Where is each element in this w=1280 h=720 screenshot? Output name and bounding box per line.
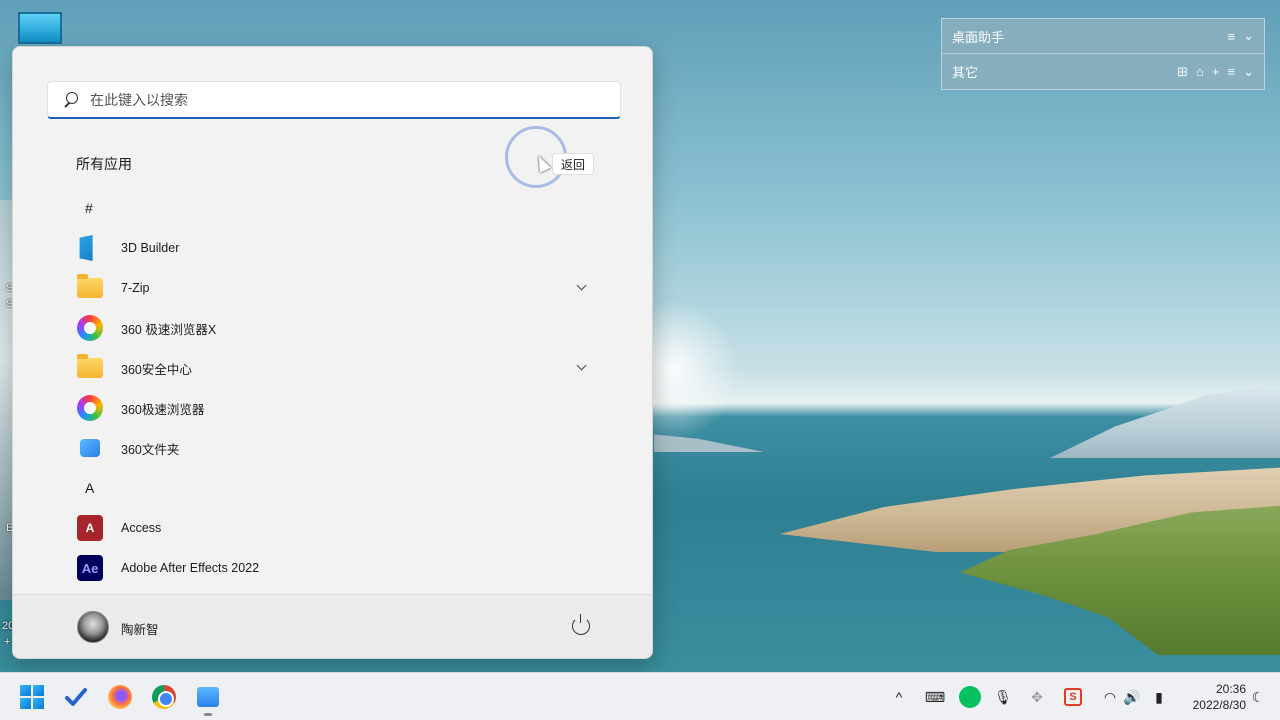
user-name[interactable]: 陶新智 [121,619,159,638]
plus-icon[interactable]: + [1212,64,1220,79]
clock-date: 2022/8/30 [1192,698,1246,712]
chevron-down-icon[interactable] [576,280,587,291]
start-menu: 所有应用 返回 # 3D Builder 7-Zip 360 极速浏览器X 36… [12,46,653,659]
folder-icon [77,274,103,298]
start-icon[interactable] [20,685,44,709]
back-button[interactable]: 返回 [552,153,595,175]
widget-row-other[interactable]: 其它 ⊞ ⌂ + ≡ ⌄ [942,54,1264,89]
keyboard-icon[interactable]: ⌨ [924,673,946,720]
menu-icon[interactable]: ≡ [1228,29,1236,44]
list-item[interactable]: 360安全中心 [65,348,605,388]
app-label: Adobe After Effects 2022 [121,561,260,575]
tray-chevron-up-icon[interactable]: ^ [888,673,910,720]
desktop-assistant-widget: 桌面助手 ≡ ⌄ 其它 ⊞ ⌂ + ≡ ⌄ [941,18,1265,90]
firefox-icon[interactable] [108,685,132,709]
app-label: 360 极速浏览器X [121,322,217,337]
widget-title: 桌面助手 [952,29,1005,45]
todo-icon[interactable] [64,685,88,709]
active-app-indicator [204,713,212,716]
mountain-right [1050,388,1280,458]
list-item[interactable]: 360极速浏览器 [65,388,605,428]
app-label: 360安全中心 [121,362,192,377]
search-input[interactable] [90,91,620,108]
list-item[interactable]: Ae Adobe After Effects 2022 [65,548,605,588]
app-label: 360文件夹 [121,442,180,457]
taskbar: ^ ⌨ 🎙 ✥ S ◠ 🔊 ▮ 20:36 2022/8/30 ☾ [0,672,1280,720]
list-item[interactable]: 7-Zip [65,268,605,308]
chrome-icon[interactable] [152,685,176,709]
letter-header[interactable]: # [65,188,605,228]
app-label: 7-Zip [121,281,150,295]
list-item[interactable]: 360文件夹 [65,428,605,468]
clock-time: 20:36 [1215,682,1246,696]
app-label: 3D Builder [121,241,180,255]
chevron-down-icon[interactable]: ⌄ [1243,28,1254,44]
app-label: 360极速浏览器 [121,402,205,417]
list-item[interactable]: 360 极速浏览器X [65,308,605,348]
menu-icon[interactable]: ≡ [1228,64,1236,79]
widget-row-desktop-helper[interactable]: 桌面助手 ≡ ⌄ [942,19,1264,54]
chevron-down-icon[interactable]: ⌄ [1243,64,1254,80]
lock-icon[interactable]: ⌂ [1196,64,1204,79]
sogou-icon[interactable]: S [1062,673,1084,720]
grid-icon[interactable]: ⊞ [1177,64,1188,80]
chevron-down-icon[interactable] [576,360,587,371]
app-label: Access [121,521,162,535]
widget-title: 其它 [952,65,979,80]
volume-icon[interactable]: 🔊 [1122,673,1142,720]
folder-icon [77,354,103,378]
microphone-icon[interactable]: 🎙 [992,673,1014,720]
ime-icon[interactable]: ✥ [1026,673,1048,720]
search-box[interactable] [47,81,621,119]
avatar[interactable] [77,611,109,643]
access-icon: A [77,515,103,541]
this-pc-icon[interactable] [18,12,62,44]
360-browser-icon [77,315,103,341]
power-icon[interactable] [572,614,590,635]
list-item[interactable]: A Access [65,508,605,548]
start-menu-footer: 陶新智 [13,594,652,658]
clock[interactable]: 20:36 2022/8/30 [1176,681,1246,713]
3d-builder-icon [79,235,93,261]
list-item[interactable]: 3D Builder [65,228,605,268]
app-list: # 3D Builder 7-Zip 360 极速浏览器X 360安全中心 36… [65,188,605,588]
file-explorer-icon[interactable] [197,687,219,707]
after-effects-icon: Ae [77,555,103,581]
search-icon [62,91,78,108]
wifi-icon[interactable]: ◠ [1100,673,1120,720]
wechat-icon[interactable] [958,673,982,720]
letter-header[interactable]: A [65,468,605,508]
focus-moon-icon[interactable]: ☾ [1248,673,1268,720]
all-apps-title: 所有应用 [76,156,132,172]
360-folder-icon [77,435,103,461]
360-browser-icon [77,395,103,421]
desktop-edge-text: + [4,636,11,648]
battery-icon[interactable]: ▮ [1148,673,1170,720]
